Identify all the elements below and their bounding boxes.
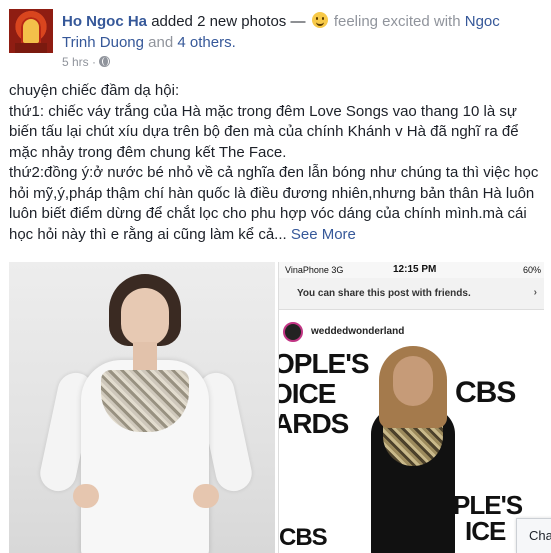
post-body-line-text: thứ2:đồng ý:ở nước bé nhỏ về cả nghĩa đe… bbox=[9, 164, 539, 243]
event-backdrop: OPLE'S OICE ARDS CBS PLE'S ICE CBS bbox=[279, 346, 544, 553]
backdrop-text: ICE bbox=[465, 516, 506, 546]
post-action: added 2 new photos — bbox=[151, 13, 306, 30]
carrier-label: VinaPhone 3G bbox=[285, 265, 344, 275]
post-header: Ho Ngoc Ha added 2 new photos — feeling … bbox=[62, 11, 532, 53]
share-note-text: You can share this post with friends. bbox=[297, 288, 471, 299]
feeling-text: feeling excited with bbox=[333, 13, 461, 30]
figure-face bbox=[393, 356, 433, 406]
chevron-right-icon: › bbox=[533, 287, 537, 298]
post-body: chuyện chiếc đầm dạ hội: thứ1: chiếc váy… bbox=[9, 81, 543, 245]
author-avatar[interactable] bbox=[9, 9, 53, 53]
post-timestamp[interactable]: 5 hrs · bbox=[62, 55, 96, 69]
post-body-line: chuyện chiếc đầm dạ hội: bbox=[9, 82, 180, 99]
post-photo-1[interactable] bbox=[9, 262, 275, 553]
phone-status-bar: VinaPhone 3G 12:15 PM 60% bbox=[279, 262, 544, 278]
figure-hand bbox=[193, 484, 219, 508]
instagram-account-row: weddedwonderland bbox=[279, 318, 544, 346]
chat-label: Cha bbox=[529, 528, 551, 543]
account-name: weddedwonderland bbox=[311, 326, 405, 337]
share-note-banner: You can share this post with friends. › bbox=[279, 278, 544, 310]
globe-icon[interactable] bbox=[99, 56, 111, 67]
chat-tab[interactable]: Cha bbox=[516, 518, 551, 553]
backdrop-text: CBS bbox=[455, 376, 516, 409]
figure-neck bbox=[133, 342, 157, 370]
post-photo-2[interactable]: VinaPhone 3G 12:15 PM 60% You can share … bbox=[278, 262, 544, 553]
backdrop-text: OPLE'S bbox=[279, 348, 370, 379]
post-body-line-last: thứ2:đồng ý:ở nước bé nhỏ về cả nghĩa đe… bbox=[9, 163, 543, 245]
see-more-link[interactable]: See More bbox=[291, 226, 356, 243]
battery-label: 60% bbox=[522, 265, 541, 275]
facebook-post: Ho Ngoc Ha added 2 new photos — feeling … bbox=[0, 0, 551, 553]
and-text: and bbox=[148, 34, 174, 51]
author-name[interactable]: Ho Ngoc Ha bbox=[62, 13, 147, 30]
backdrop-text: OICE bbox=[279, 378, 336, 409]
post-body-line: thứ1: chiếc váy trắng của Hà mặc trong đ… bbox=[9, 102, 519, 161]
figure-face bbox=[121, 288, 169, 346]
backdrop-text: ARDS bbox=[279, 408, 349, 439]
post-meta: 5 hrs · bbox=[62, 55, 111, 69]
account-avatar bbox=[283, 322, 303, 342]
backdrop-text: CBS bbox=[279, 524, 328, 551]
figure-hand bbox=[73, 484, 99, 508]
others-link[interactable]: 4 others. bbox=[177, 34, 235, 51]
smiley-emoji-icon bbox=[311, 12, 328, 28]
status-time: 12:15 PM bbox=[393, 264, 437, 275]
